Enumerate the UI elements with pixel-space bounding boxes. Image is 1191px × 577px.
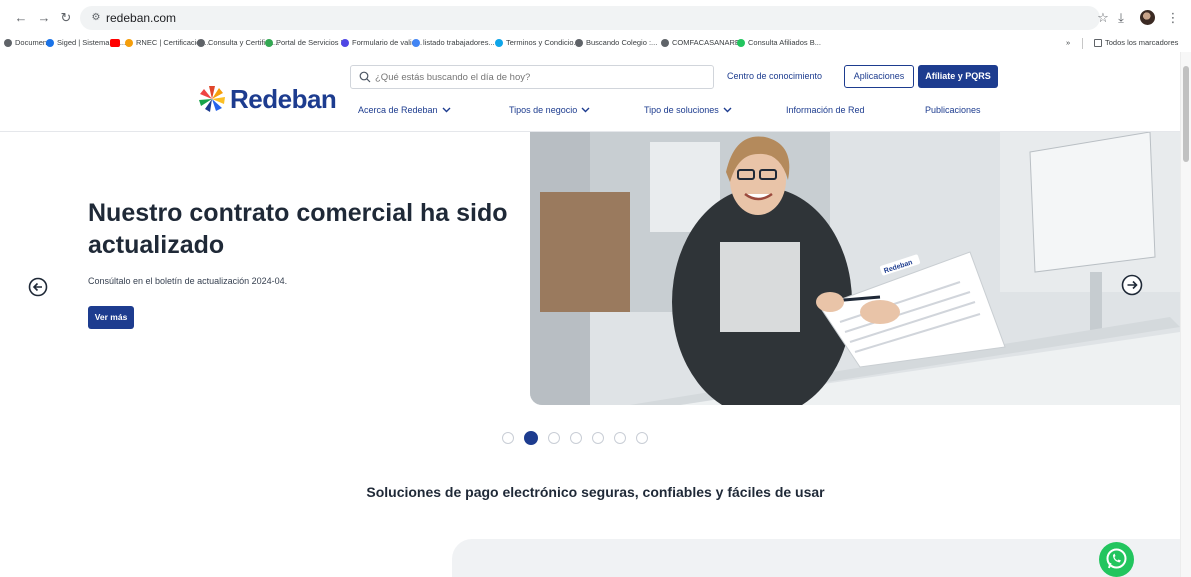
nav-label: Información de Red [786, 105, 865, 115]
bookmark-label: listado trabajadores... [423, 38, 495, 47]
carousel-next-icon[interactable] [1121, 274, 1143, 296]
apps-button[interactable]: Aplicaciones [844, 65, 914, 88]
chevron-down-icon [581, 107, 590, 113]
carousel-prev-icon[interactable] [28, 277, 48, 297]
site-search[interactable] [350, 65, 714, 89]
nav-label: Acerca de Redeban [358, 105, 438, 115]
leaf-icon [495, 39, 503, 47]
menu-icon[interactable]: ⋮ [1164, 9, 1182, 27]
bookmark-item[interactable]: Formulario de valid... [341, 36, 422, 50]
carousel-dot[interactable] [614, 432, 626, 444]
bookmark-label: Document [15, 38, 50, 47]
bookmark-item[interactable]: COMFACASANARE [661, 36, 740, 50]
hero-title: Nuestro contrato comercial ha sido actua… [88, 199, 508, 259]
browser-toolbar: ← → ↻ ⚙ redeban.com ☆ ⤓ ⋮ [0, 0, 1191, 34]
carousel-dots [502, 431, 648, 445]
bookmark-label: Consulta Afiliados B... [748, 38, 821, 47]
bookmark-item[interactable]: Consulta Afiliados B... [737, 36, 821, 50]
knowledge-center-link[interactable]: Centro de conocimiento [727, 71, 822, 81]
nav-tipos-negocio[interactable]: Tipos de negocio [509, 105, 590, 115]
carousel-dot[interactable] [548, 432, 560, 444]
youtube-icon [110, 39, 120, 47]
flag-icon [125, 39, 133, 47]
bookmark-item[interactable]: Document [4, 36, 49, 50]
all-bookmarks-folder[interactable]: Todos los marcadores [1094, 36, 1178, 50]
chevron-down-icon [442, 107, 451, 113]
solutions-panel [452, 539, 1180, 577]
site-info-icon[interactable]: ⚙ [88, 10, 104, 26]
logo-mark-icon [199, 86, 225, 112]
globe-icon [575, 39, 583, 47]
woman-contract-photo: Redeban [530, 132, 1180, 405]
logo-text: Redeban [230, 83, 337, 114]
shield-icon [737, 39, 745, 47]
globe-icon [4, 39, 12, 47]
hero-subtitle: Consúltalo en el boletín de actualizació… [88, 276, 288, 286]
nav-label: Tipos de negocio [509, 105, 578, 115]
check-icon [46, 39, 54, 47]
join-pqrs-button[interactable]: Afíliate y PQRS [918, 65, 998, 88]
search-icon [359, 71, 371, 83]
carousel-dot[interactable] [502, 432, 514, 444]
ver-mas-button[interactable]: Ver más [88, 306, 134, 329]
carousel-dot-active[interactable] [524, 431, 538, 445]
bookmark-item[interactable]: Buscando Colegio :... [575, 36, 657, 50]
diamond-icon [341, 39, 349, 47]
bookmark-label: Portal de Servicios I... [276, 38, 349, 47]
bookmark-item[interactable]: Portal de Servicios I... [265, 36, 349, 50]
nav-informacion-red[interactable]: Información de Red [786, 105, 865, 115]
bookmark-star-icon[interactable]: ☆ [1094, 9, 1112, 27]
nav-label: Publicaciones [925, 105, 981, 115]
bookmark-label: Buscando Colegio :... [586, 38, 658, 47]
hero-image: Redeban [530, 132, 1180, 405]
bookmark-item[interactable]: listado trabajadores... [412, 36, 495, 50]
carousel-dot[interactable] [592, 432, 604, 444]
nav-publicaciones[interactable]: Publicaciones [925, 105, 981, 115]
reload-icon[interactable]: ↻ [57, 9, 75, 27]
section-title: Soluciones de pago electrónico seguras, … [366, 484, 825, 500]
bookmark-item[interactable]: Terminos y Condicio... [495, 36, 580, 50]
globe-icon [661, 39, 669, 47]
globe-icon [197, 39, 205, 47]
scrollbar-thumb[interactable] [1183, 66, 1189, 162]
whatsapp-button[interactable] [1099, 542, 1134, 577]
bookmark-label: Terminos y Condicio... [506, 38, 580, 47]
bookmark-item[interactable] [110, 36, 120, 50]
back-icon[interactable]: ← [12, 9, 30, 27]
download-icon[interactable]: ⤓ [1112, 9, 1130, 27]
bookmarks-overflow-button[interactable]: » [1066, 36, 1070, 50]
forward-icon[interactable]: → [35, 9, 53, 27]
google-icon [412, 39, 420, 47]
all-bookmarks-label: Todos los marcadores [1105, 38, 1179, 47]
search-input[interactable] [375, 69, 705, 86]
whatsapp-icon [1106, 548, 1127, 569]
nav-tipo-soluciones[interactable]: Tipo de soluciones [644, 105, 732, 115]
address-url[interactable]: redeban.com [106, 11, 176, 25]
nav-acerca[interactable]: Acerca de Redeban [358, 105, 451, 115]
folder-icon [1094, 39, 1102, 47]
address-bar[interactable]: ⚙ redeban.com [80, 6, 1100, 30]
bookmarks-divider [1082, 38, 1083, 49]
redeban-logo[interactable]: Redeban [196, 79, 337, 119]
site-header [0, 52, 1191, 132]
portal-icon [265, 39, 273, 47]
bookmark-label: COMFACASANARE [672, 38, 740, 47]
carousel-dot[interactable] [636, 432, 648, 444]
chevron-down-icon [723, 107, 732, 113]
profile-avatar[interactable] [1140, 10, 1155, 25]
page-scrollbar[interactable] [1180, 52, 1191, 577]
nav-label: Tipo de soluciones [644, 105, 719, 115]
carousel-dot[interactable] [570, 432, 582, 444]
bookmarks-bar: Document Siged | Sistema de... RNEC | Cert… [0, 34, 1191, 52]
